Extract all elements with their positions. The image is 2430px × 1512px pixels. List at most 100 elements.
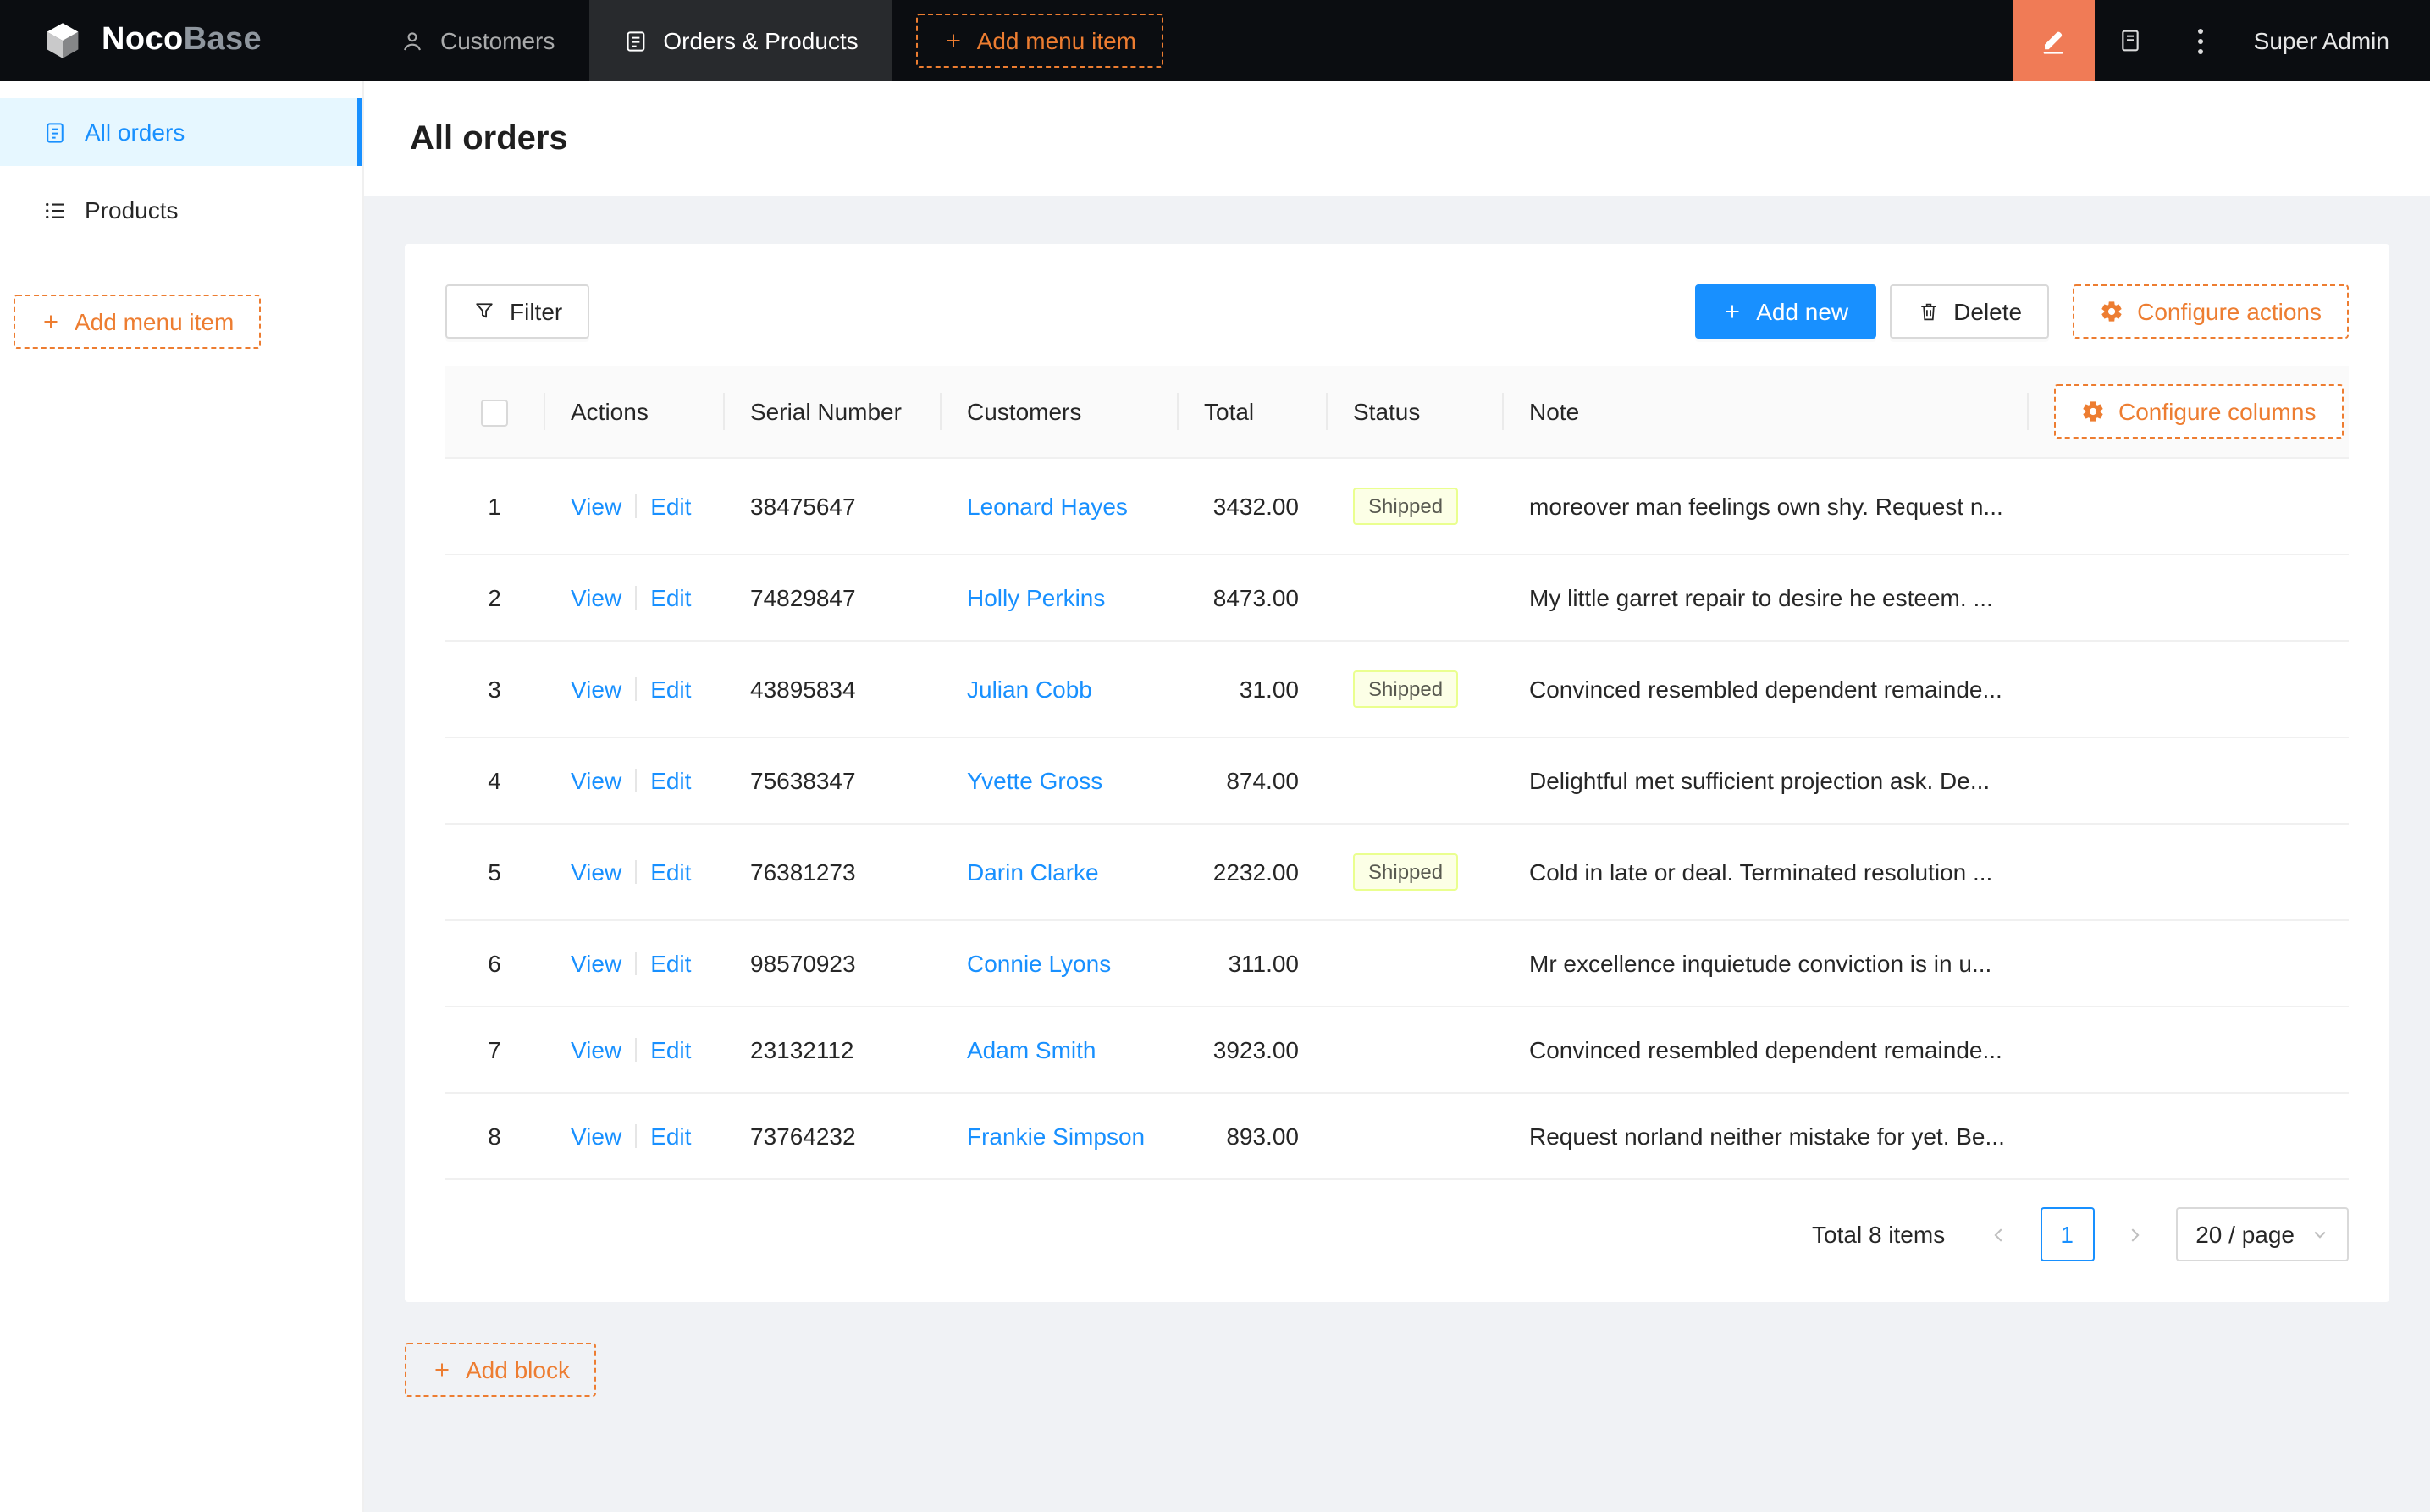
add-new-button[interactable]: Add new — [1695, 284, 1876, 339]
nocobase-logo[interactable]: NocoBase — [0, 0, 366, 81]
chevron-right-icon — [2125, 1225, 2144, 1244]
table-row: 2 View Edit 74829847 Holly Perkins 8473.0… — [445, 555, 2349, 642]
edit-link[interactable]: Edit — [650, 1036, 691, 1063]
add-new-label: Add new — [1756, 298, 1849, 325]
edit-link[interactable]: Edit — [650, 493, 691, 520]
view-link[interactable]: View — [571, 584, 621, 611]
view-link[interactable]: View — [571, 767, 621, 794]
sidebar-item-products[interactable]: Products — [0, 176, 362, 244]
order-note: Request norland neither mistake for yet.… — [1529, 1123, 2005, 1150]
nav-item-label: Customers — [440, 27, 555, 54]
navbar-left: NocoBase Customers Orders & Products Add… — [0, 0, 1164, 81]
edit-link[interactable]: Edit — [650, 950, 691, 977]
customer-link[interactable]: Connie Lyons — [967, 950, 1111, 977]
gear-icon — [2081, 400, 2105, 423]
configure-actions-button[interactable]: Configure actions — [2073, 284, 2349, 339]
action-divider — [635, 769, 638, 792]
navbar-add-menu-item-button[interactable]: Add menu item — [915, 14, 1164, 68]
row-index: 3 — [488, 676, 501, 703]
nav-item-customers[interactable]: Customers — [366, 0, 588, 81]
filter-button[interactable]: Filter — [445, 284, 590, 339]
customer-link[interactable]: Darin Clarke — [967, 858, 1099, 886]
serial-number: 76381273 — [750, 858, 856, 886]
delete-label: Delete — [1953, 298, 2023, 325]
pagination-next-button[interactable] — [2107, 1207, 2162, 1261]
customers-icon — [400, 28, 425, 53]
table-row: 6 View Edit 98570923 Connie Lyons 311.00 … — [445, 920, 2349, 1007]
kebab-icon — [2198, 28, 2204, 53]
unordered-list-icon — [42, 197, 68, 223]
row-index: 2 — [488, 584, 501, 611]
view-link[interactable]: View — [571, 950, 621, 977]
view-link[interactable]: View — [571, 1036, 621, 1063]
nav-item-label: Orders & Products — [663, 27, 859, 54]
table-header: Actions Serial Number Customers Total St… — [445, 366, 2349, 459]
order-note: Convinced resembled dependent remainde..… — [1529, 676, 2002, 703]
customer-link[interactable]: Yvette Gross — [967, 767, 1102, 794]
configure-columns-button[interactable]: Configure columns — [2054, 384, 2344, 439]
customer-link[interactable]: Frankie Simpson — [967, 1123, 1145, 1150]
status-badge: Shipped — [1353, 853, 1459, 891]
page-header: All orders — [364, 81, 2430, 196]
status-badge: Shipped — [1353, 488, 1459, 525]
view-link[interactable]: View — [571, 676, 621, 703]
brand-primary: Noco — [102, 22, 184, 58]
order-total: 893.00 — [1226, 1123, 1299, 1150]
add-block-label: Add block — [466, 1356, 570, 1383]
chevron-down-icon — [2311, 1226, 2328, 1243]
pagination-prev-button[interactable] — [1972, 1207, 2026, 1261]
customer-link[interactable]: Julian Cobb — [967, 676, 1092, 703]
orders-table-block: Filter Add new Delete Configure actions … — [405, 244, 2389, 1302]
view-link[interactable]: View — [571, 1123, 621, 1150]
docs-button[interactable] — [2095, 0, 2166, 81]
row-index: 7 — [488, 1036, 501, 1063]
order-total: 8473.00 — [1212, 584, 1299, 611]
table-row: 7 View Edit 23132112 Adam Smith 3923.00 C… — [445, 1007, 2349, 1094]
nav-item-orders-products[interactable]: Orders & Products — [588, 0, 892, 81]
nocobase-app: NocoBase Customers Orders & Products Add… — [0, 0, 2430, 1512]
select-all-checkbox[interactable] — [481, 399, 508, 427]
table-row: 1 View Edit 38475647 Leonard Hayes 3432.0… — [445, 458, 2349, 555]
edit-link[interactable]: Edit — [650, 858, 691, 886]
customer-link[interactable]: Holly Perkins — [967, 584, 1105, 611]
plus-icon — [432, 1360, 452, 1380]
serial-number: 74829847 — [750, 584, 856, 611]
edit-link[interactable]: Edit — [650, 767, 691, 794]
order-total: 3923.00 — [1212, 1036, 1299, 1063]
page-size-value: 20 / page — [2195, 1221, 2295, 1248]
serial-number: 98570923 — [750, 950, 856, 977]
add-menu-item-label: Add menu item — [976, 27, 1137, 54]
row-index: 1 — [488, 493, 501, 520]
main-area: All orders Filter Add new Delete Configu… — [364, 81, 2430, 1512]
action-divider — [635, 1038, 638, 1062]
customer-link[interactable]: Adam Smith — [967, 1036, 1096, 1063]
delete-button[interactable]: Delete — [1889, 284, 2050, 339]
order-note: Delightful met sufficient projection ask… — [1529, 767, 1991, 794]
filter-label: Filter — [510, 298, 563, 325]
view-link[interactable]: View — [571, 858, 621, 886]
more-button[interactable] — [2166, 0, 2237, 81]
sidebar-item-all-orders[interactable]: All orders — [0, 98, 362, 166]
edit-link[interactable]: Edit — [650, 1123, 691, 1150]
filter-icon — [472, 300, 496, 323]
order-note: Cold in late or deal. Terminated resolut… — [1529, 858, 1993, 886]
add-block-button[interactable]: Add block — [405, 1343, 597, 1397]
ui-editor-button[interactable] — [2013, 0, 2095, 81]
page-size-select[interactable]: 20 / page — [2175, 1207, 2349, 1261]
edit-link[interactable]: Edit — [650, 584, 691, 611]
order-note: My little garret repair to desire he est… — [1529, 584, 1993, 611]
configure-actions-label: Configure actions — [2137, 298, 2322, 325]
action-divider — [635, 586, 638, 610]
table-row: 3 View Edit 43895834 Julian Cobb 31.00 Sh… — [445, 641, 2349, 738]
view-link[interactable]: View — [571, 493, 621, 520]
column-header-note: Note — [1502, 366, 2027, 459]
page-layout: All orders Products Add menu item All or… — [0, 81, 2430, 1512]
pagination-page-1[interactable]: 1 — [2040, 1207, 2095, 1261]
customer-link[interactable]: Leonard Hayes — [967, 493, 1128, 520]
main-menu: Customers Orders & Products Add menu ite… — [366, 0, 1164, 81]
toolbar-actions: Add new Delete Configure actions — [1695, 284, 2349, 339]
table-row: 4 View Edit 75638347 Yvette Gross 874.00 … — [445, 737, 2349, 825]
edit-link[interactable]: Edit — [650, 676, 691, 703]
user-name[interactable]: Super Admin — [2237, 27, 2430, 54]
sidebar-add-menu-item-button[interactable]: Add menu item — [14, 295, 262, 349]
